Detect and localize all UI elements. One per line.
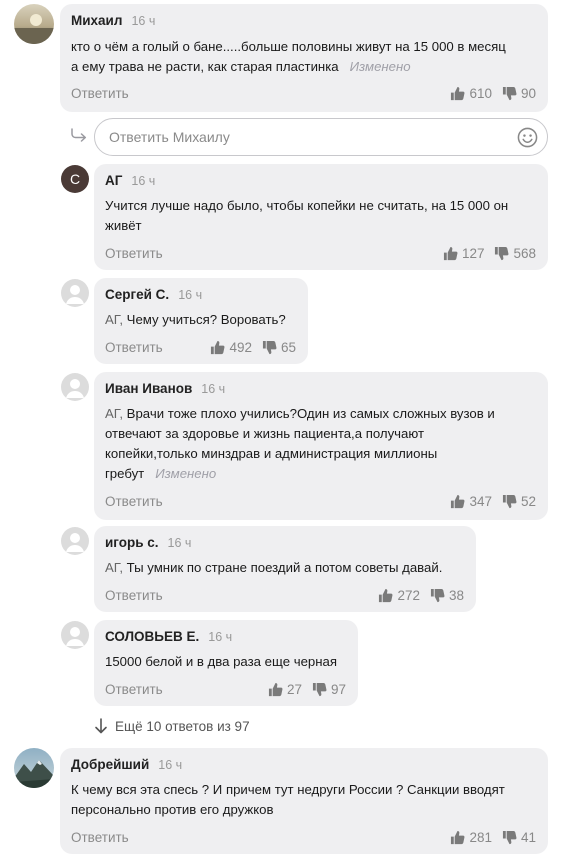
comment-time: 16 ч [208,630,233,644]
more-replies-link[interactable]: Ещё 10 ответов из 97 [94,718,250,734]
vote-controls: 347 52 [450,494,536,509]
comment-text: 15000 белой и в два раза еще черная [105,654,337,669]
mention[interactable]: АГ, [105,406,123,421]
reply-input-box[interactable] [94,118,548,156]
avatar[interactable]: С [61,165,89,193]
reply-arrow-icon [71,128,87,142]
vote-controls: 272 38 [378,588,464,603]
avatar[interactable] [61,279,89,307]
more-replies-label: Ещё 10 ответов из 97 [115,718,250,734]
thumbs-up-icon[interactable] [450,830,465,845]
user-placeholder-icon [66,379,84,398]
likes-count: 610 [469,86,492,101]
avatar[interactable] [61,373,89,401]
avatar[interactable] [61,621,89,649]
likes-count: 27 [286,682,302,697]
reply-button[interactable]: Ответить [105,340,163,355]
thumbs-down-icon[interactable] [262,340,277,355]
comment-time: 16 ч [167,536,192,550]
comment-author[interactable]: игорь с. [105,535,159,550]
dislikes-count: 41 [520,830,536,845]
dislikes-count: 90 [520,86,536,101]
vote-controls: 281 41 [450,830,536,845]
vote-controls: 27 97 [268,682,346,697]
likes-count: 272 [397,588,420,603]
comment-text: кто о чём а голый о бане.....больше поло… [71,39,506,74]
comment-text: АГ, Врачи тоже плохо учились?Один из сам… [105,406,495,481]
sunset-photo [14,4,54,44]
comment: Сергей С. 16 ч АГ, Чему учиться? Вороват… [94,278,308,364]
thumbs-down-icon[interactable] [502,830,517,845]
likes-count: 492 [229,340,252,355]
dislikes-count: 97 [330,682,346,697]
comment-author[interactable]: Сергей С. [105,287,169,302]
reply-button[interactable]: Ответить [105,588,163,603]
thumbs-up-icon[interactable] [210,340,225,355]
comment-author[interactable]: АГ [105,173,122,188]
thumbs-down-icon[interactable] [430,588,445,603]
comment-text: АГ, Чему учиться? Воровать? [105,312,286,327]
user-placeholder-icon [66,627,84,646]
reply-button[interactable]: Ответить [105,246,163,261]
comment: АГ 16 ч Учится лучше надо было, чтобы ко… [94,164,548,270]
dislikes-count: 568 [513,246,536,261]
comment: СОЛОВЬЕВ Е. 16 ч 15000 белой и в два раз… [94,620,358,706]
reply-button[interactable]: Ответить [105,682,163,697]
mountain-photo [14,748,54,788]
thumbs-up-icon[interactable] [268,682,283,697]
thumbs-up-icon[interactable] [450,86,465,101]
comment-text: АГ, Ты умник по стране поездий а потом с… [105,560,443,575]
vote-controls: 610 90 [450,86,536,101]
comment-author[interactable]: Иван Иванов [105,381,192,396]
thumbs-down-icon[interactable] [502,86,517,101]
reply-button[interactable]: Ответить [105,494,163,509]
thumbs-down-icon[interactable] [494,246,509,261]
likes-count: 347 [469,494,492,509]
comment-text: К чему вся эта спесь ? И причем тут недр… [71,782,505,817]
mention[interactable]: АГ, [105,560,123,575]
comment-time: 16 ч [131,174,156,188]
user-placeholder-icon [66,533,84,552]
reply-input[interactable] [109,119,489,155]
thumbs-down-icon[interactable] [502,494,517,509]
dislikes-count: 38 [448,588,464,603]
comment-author[interactable]: Михаил [71,13,122,28]
dislikes-count: 52 [520,494,536,509]
thumbs-up-icon[interactable] [443,246,458,261]
vote-controls: 127 568 [443,246,536,261]
edited-label: Изменено [349,59,411,74]
comment-time: 16 ч [158,758,183,772]
vote-controls: 492 65 [210,340,296,355]
likes-count: 281 [469,830,492,845]
likes-count: 127 [461,246,485,261]
comment: Иван Иванов 16 ч АГ, Врачи тоже плохо уч… [94,372,548,520]
comment: Михаил 16 ч кто о чём а голый о бане....… [60,4,548,112]
comment-author[interactable]: Добрейший [71,757,149,772]
avatar[interactable] [61,527,89,555]
comment: игорь с. 16 ч АГ, Ты умник по стране пое… [94,526,476,612]
arrow-down-icon [95,718,107,734]
comment-time: 16 ч [201,382,226,396]
edited-label: Изменено [155,466,217,481]
avatar-photo[interactable] [14,4,54,44]
thumbs-up-icon[interactable] [378,588,393,603]
dislikes-count: 65 [280,340,296,355]
reply-button[interactable]: Ответить [71,830,129,845]
thumbs-up-icon[interactable] [450,494,465,509]
user-placeholder-icon [66,285,84,304]
mention[interactable]: АГ, [105,312,123,327]
comment-time: 16 ч [131,14,156,28]
comment: Добрейший 16 ч К чему вся эта спесь ? И … [60,748,548,854]
avatar-photo[interactable] [14,748,54,788]
comment-time: 16 ч [178,288,203,302]
thumbs-down-icon[interactable] [312,682,327,697]
emoji-icon[interactable] [517,127,538,148]
comment-author[interactable]: СОЛОВЬЕВ Е. [105,629,199,644]
comment-text: Учится лучше надо было, чтобы копейки не… [105,198,509,233]
reply-button[interactable]: Ответить [71,86,129,101]
